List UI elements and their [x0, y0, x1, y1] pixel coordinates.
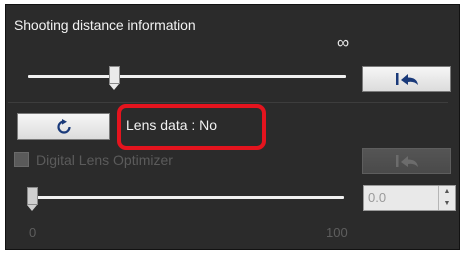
- digital-lens-optimizer-checkbox[interactable]: [14, 152, 29, 167]
- refresh-icon: [56, 118, 71, 134]
- lens-data-highlight-box: [117, 104, 266, 150]
- infinity-label: ∞: [337, 33, 350, 52]
- shooting-distance-slider-thumb[interactable]: [108, 66, 120, 90]
- dlo-value-text: 0.0: [368, 190, 387, 205]
- shooting-distance-slider-track[interactable]: [28, 75, 346, 78]
- spin-up-icon[interactable]: ▲: [439, 186, 455, 198]
- dlo-slider-thumb[interactable]: [27, 187, 38, 211]
- spin-down-icon[interactable]: ▼: [439, 198, 455, 210]
- dlo-scale-max: 100: [326, 225, 348, 240]
- dlo-reset-button[interactable]: [362, 148, 451, 174]
- return-arrow-icon: [395, 155, 418, 167]
- shooting-distance-reset-button[interactable]: [362, 66, 451, 92]
- dlo-value-field[interactable]: 0.0 ▲ ▼: [363, 185, 456, 211]
- refresh-lens-data-button[interactable]: [17, 113, 110, 140]
- dlo-scale-min: 0: [29, 225, 37, 240]
- return-arrow-icon: [395, 73, 418, 85]
- digital-lens-optimizer-label: Digital Lens Optimizer: [36, 152, 173, 168]
- dlo-slider-track[interactable]: [32, 196, 344, 199]
- section-title-shooting-distance: Shooting distance information: [14, 17, 196, 33]
- dlo-value-spinner[interactable]: ▲ ▼: [438, 186, 455, 210]
- section-divider: [8, 102, 448, 103]
